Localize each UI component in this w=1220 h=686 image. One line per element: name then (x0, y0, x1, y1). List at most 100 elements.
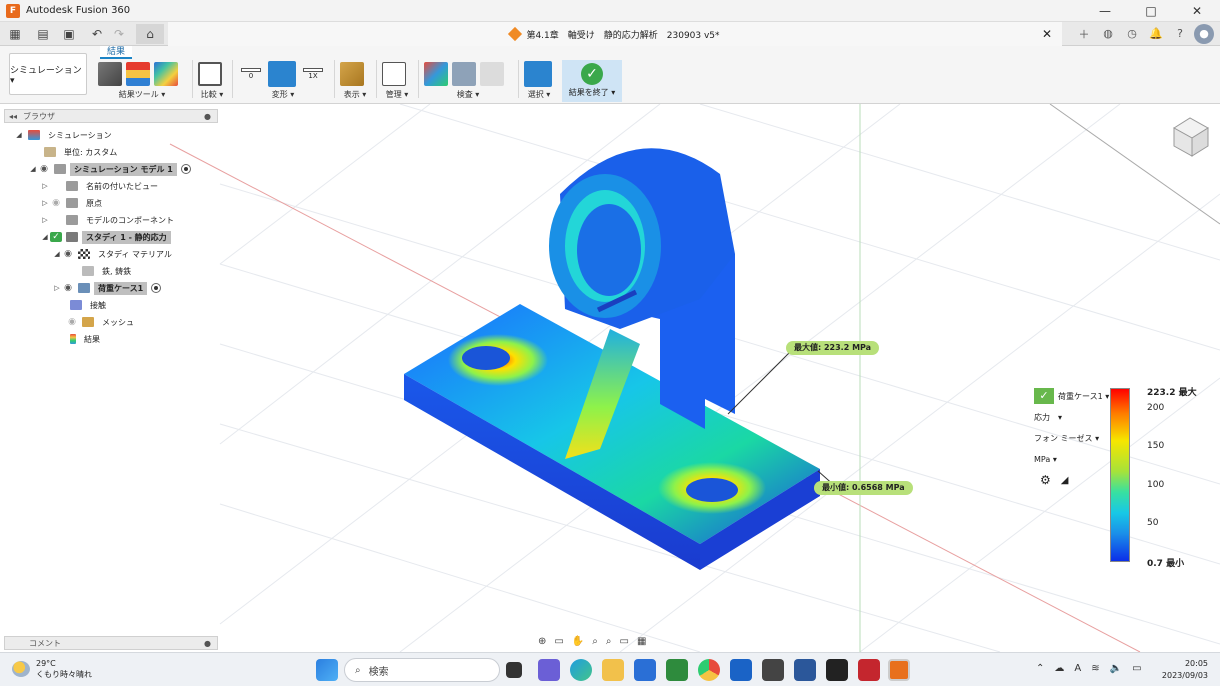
tree-row-contacts[interactable]: 接触 (66, 298, 110, 312)
chrome-icon[interactable] (698, 659, 720, 681)
comments-panel[interactable]: コメント ● (4, 636, 218, 650)
legend-scale-icon[interactable]: ◢ (1061, 475, 1069, 486)
undo-icon[interactable]: ↶ (86, 24, 108, 44)
tree-row-load-case[interactable]: ▷ ◉ 荷重ケース1 (52, 281, 162, 295)
redo-icon[interactable]: ↷ (108, 24, 130, 44)
compare-label[interactable]: 比較 ▾ (198, 89, 226, 100)
expand-arrow-icon[interactable]: ▷ (40, 182, 50, 190)
animate-camera-icon[interactable] (98, 62, 122, 86)
display-settings-icon[interactable]: ▭ (620, 636, 629, 650)
browser-panel-header[interactable]: ◂◂ ブラウザ ● (4, 109, 218, 123)
tree-row-components[interactable]: ▷ モデルのコンポーネント (40, 213, 178, 227)
teams-chat-icon[interactable] (538, 659, 560, 681)
display-label[interactable]: 表示 ▾ (340, 89, 370, 100)
3d-viewport[interactable] (0, 104, 1220, 652)
zoom-icon[interactable]: ⌕ (592, 636, 598, 650)
xyz-inspect-icon[interactable] (452, 62, 476, 86)
deform-label[interactable]: 変形 ▾ (238, 89, 328, 100)
activate-radio-icon[interactable] (180, 164, 191, 174)
fit-icon[interactable]: ⌕ (606, 636, 612, 650)
expand-arrow-icon[interactable]: ◢ (40, 233, 50, 241)
probe-icon[interactable] (424, 62, 448, 86)
new-tab-icon[interactable]: ＋ (1074, 24, 1094, 44)
tree-row-study[interactable]: ◢ ✓ スタディ 1 - 静的応力 (40, 230, 171, 244)
tree-row-simulation[interactable]: ◢ シミュレーション (14, 128, 116, 142)
result-type-dropdown[interactable]: 応力 ▾ (1034, 412, 1062, 423)
taskbar-search[interactable]: ⌕ 検索 (344, 658, 500, 682)
xbox-icon[interactable] (666, 659, 688, 681)
manage-icon[interactable] (382, 62, 406, 86)
user-avatar[interactable]: ● (1194, 23, 1214, 44)
load-case-dropdown[interactable]: 荷重ケース1 ▾ (1058, 391, 1109, 402)
document-tab[interactable]: 第4.1章 軸受け 静的応力解析 230903 v5* ✕ (168, 22, 1062, 46)
battery-icon[interactable]: ▭ (1132, 663, 1141, 674)
display-icon[interactable] (340, 62, 364, 86)
visibility-eye-icon[interactable]: ◉ (66, 317, 78, 327)
result-surface-icon[interactable] (154, 62, 178, 86)
viewcube[interactable] (1173, 117, 1209, 157)
units-dropdown[interactable]: MPa ▾ (1034, 455, 1057, 464)
study-check-icon[interactable]: ✓ (50, 232, 62, 242)
expand-arrow-icon[interactable]: ▷ (40, 199, 50, 207)
word-icon[interactable] (794, 659, 816, 681)
tree-row-named-views[interactable]: ▷ 名前の付いたビュー (40, 179, 162, 193)
autocad-lab-icon[interactable] (858, 659, 880, 681)
compare-icon[interactable] (198, 62, 222, 86)
expand-arrow-icon[interactable]: ◢ (52, 250, 62, 258)
tree-row-study-material[interactable]: ◢ ◉ スタディ マテリアル (52, 247, 176, 261)
results-tools-label[interactable]: 結果ツール ▾ (98, 89, 186, 100)
look-at-icon[interactable]: ▭ (554, 636, 563, 650)
close-tab-icon[interactable]: ✕ (1042, 27, 1052, 41)
tree-row-sim-model[interactable]: ◢ ◉ シミュレーション モデル 1 (28, 162, 191, 176)
file-explorer-icon[interactable] (602, 659, 624, 681)
autocad-icon[interactable] (826, 659, 848, 681)
input-method-icon[interactable]: A (1074, 663, 1081, 674)
criterion-dropdown[interactable]: フォン ミーゼス ▾ (1034, 433, 1099, 444)
maximize-button[interactable]: □ (1128, 4, 1174, 18)
wifi-icon[interactable]: ≋ (1091, 663, 1099, 674)
help-icon[interactable]: ? (1170, 24, 1190, 44)
inspect-label[interactable]: 検査 ▾ (424, 89, 512, 100)
tree-row-units[interactable]: 単位: カスタム (40, 145, 121, 159)
orbit-icon[interactable]: ⊕ (538, 636, 546, 650)
tab-results[interactable]: 結果 (100, 46, 132, 59)
tree-row-origin[interactable]: ▷ ◉ 原点 (40, 196, 106, 210)
section-icon[interactable] (480, 62, 504, 86)
cloud-icon[interactable]: ☁ (1054, 663, 1064, 674)
tray-chevron-icon[interactable]: ⌃ (1036, 663, 1044, 674)
weather-widget[interactable]: 29°C くもり時々晴れ (12, 658, 92, 680)
add-comment-icon[interactable]: ● (204, 639, 211, 648)
pan-icon[interactable]: ✋ (572, 636, 584, 650)
expand-arrow-icon[interactable]: ▷ (40, 216, 50, 224)
browser-pin-icon[interactable]: ● (204, 112, 211, 121)
outlook-icon[interactable] (730, 659, 752, 681)
legend-settings-gear-icon[interactable]: ⚙ (1040, 473, 1051, 487)
job-status-icon[interactable]: ◷ (1122, 24, 1142, 44)
taskbar-clock[interactable]: 20:05 2023/09/03 (1162, 658, 1208, 682)
visibility-eye-icon[interactable]: ◉ (62, 283, 74, 293)
deform-adjusted-icon[interactable] (268, 61, 296, 87)
result-bar-icon[interactable] (126, 62, 150, 86)
finish-results-button[interactable]: ✓ 結果を終了 ▾ (562, 60, 622, 102)
visibility-eye-icon[interactable]: ◉ (38, 164, 50, 174)
start-menu-icon[interactable] (316, 659, 338, 681)
grid-menu-icon[interactable]: ▦ (4, 24, 26, 44)
manage-label[interactable]: 管理 ▾ (382, 89, 412, 100)
app-icon[interactable] (762, 659, 784, 681)
bearing-model[interactable] (404, 148, 837, 570)
volume-icon[interactable]: 🔈 (1110, 663, 1122, 674)
select-icon[interactable] (524, 61, 552, 87)
grid-settings-icon[interactable]: ▦ (637, 636, 646, 650)
tree-row-results[interactable]: 結果 (66, 332, 104, 346)
tree-row-cast-iron[interactable]: 鉄, 鋳鉄 (78, 264, 135, 278)
notifications-icon[interactable]: 🔔 (1146, 24, 1166, 44)
task-view-icon[interactable] (506, 662, 522, 678)
minimize-button[interactable]: — (1082, 4, 1128, 18)
close-window-button[interactable]: ✕ (1174, 4, 1220, 18)
fusion-360-icon[interactable] (888, 659, 910, 681)
tree-row-mesh[interactable]: ◉ メッシュ (66, 315, 138, 329)
home-icon[interactable]: ⌂ (136, 23, 164, 44)
edge-browser-icon[interactable] (570, 659, 592, 681)
visibility-eye-icon[interactable]: ◉ (50, 198, 62, 208)
expand-arrow-icon[interactable]: ▷ (52, 284, 62, 292)
